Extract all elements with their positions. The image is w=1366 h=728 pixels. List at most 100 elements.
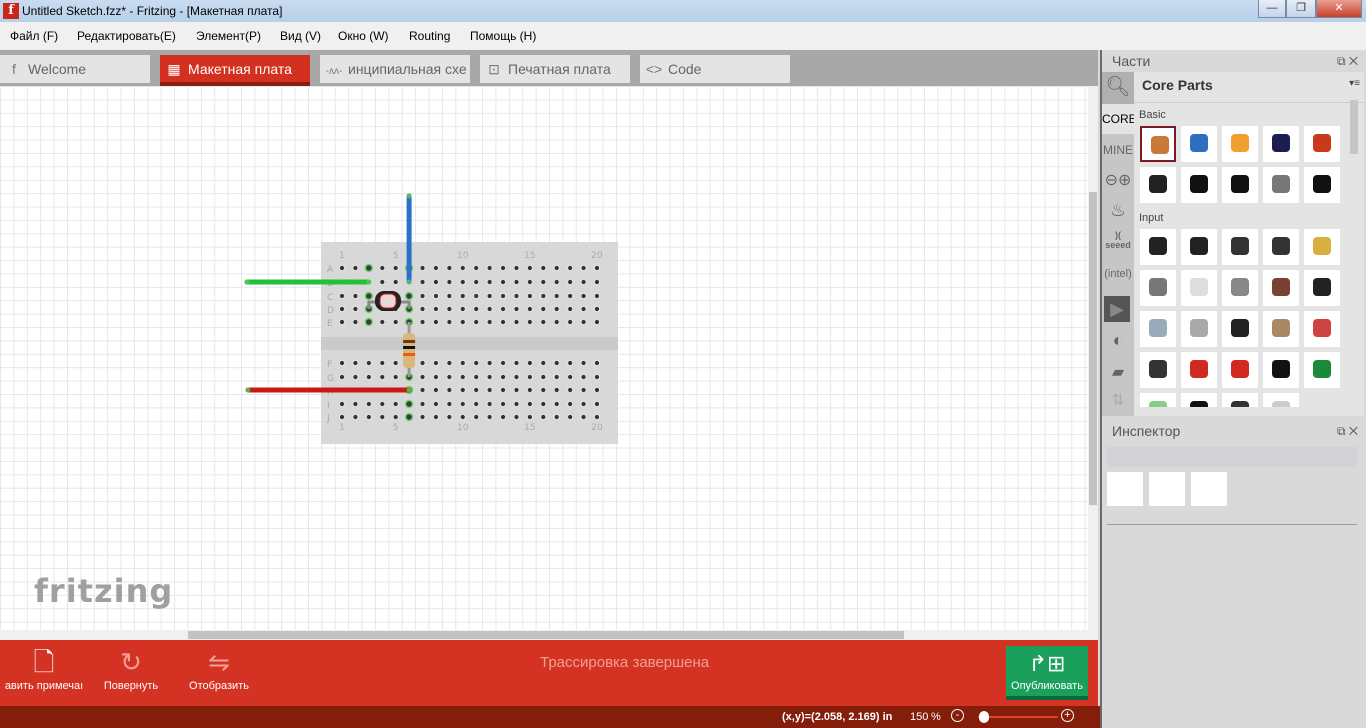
breadboard-hole[interactable] (379, 278, 386, 286)
breadboard-hole[interactable] (459, 305, 466, 313)
close-button[interactable]: ✕ (1316, 0, 1362, 18)
breadboard-hole[interactable] (486, 318, 493, 326)
breadboard-hole[interactable] (580, 400, 587, 408)
breadboard-hole[interactable] (473, 292, 480, 300)
breadboard-hole[interactable] (364, 291, 374, 301)
arduino-icon[interactable]: ⊖⊕ (1102, 170, 1134, 190)
horizontal-scroll-thumb[interactable] (188, 631, 904, 639)
breadboard-hole[interactable] (499, 413, 507, 421)
breadboard-hole[interactable] (486, 264, 493, 272)
breadboard-hole[interactable] (526, 413, 533, 421)
breadboard-hole[interactable] (580, 386, 587, 394)
breadboard-hole[interactable] (513, 264, 520, 272)
snootlab-icon[interactable]: ◐ (1102, 330, 1134, 351)
breadboard-hole[interactable] (404, 291, 414, 301)
breadboard-hole[interactable] (526, 373, 533, 381)
tab-pcb[interactable]: ⊡ Печатная плата (480, 55, 630, 83)
part-electrolytic-capacitor[interactable] (1263, 126, 1299, 162)
breadboard-hole[interactable] (513, 359, 520, 367)
part-temperature-sensor[interactable] (1263, 352, 1299, 388)
flip-button[interactable]: ⇋ Отобразить (184, 644, 254, 692)
part-resistor[interactable] (1140, 126, 1176, 162)
breadboard-hole[interactable] (352, 292, 359, 300)
part-pnp-transistor[interactable] (1181, 167, 1217, 203)
breadboard-hole[interactable] (379, 318, 386, 326)
part-dip-switch[interactable] (1263, 229, 1299, 265)
breadboard-hole[interactable] (486, 400, 493, 408)
breadboard-hole[interactable] (526, 359, 533, 367)
breadboard-hole[interactable] (567, 292, 574, 300)
breadboard-hole[interactable] (593, 292, 601, 300)
breadboard-hole[interactable] (392, 264, 399, 272)
breadboard-hole[interactable] (567, 278, 574, 286)
menu-file[interactable]: Файл (F) (10, 29, 58, 43)
breadboard-hole[interactable] (419, 400, 426, 408)
seeed-icon[interactable]: )(seeed (1102, 230, 1134, 250)
wire-endpoint[interactable] (245, 387, 251, 393)
part-rotary-encoder[interactable] (1140, 270, 1176, 306)
breadboard-hole[interactable] (540, 278, 547, 286)
breadboard-hole[interactable] (352, 373, 359, 381)
part-thumb-joystick[interactable] (1140, 311, 1176, 347)
breadboard-hole[interactable] (459, 264, 466, 272)
breadboard-hole[interactable] (593, 305, 601, 313)
breadboard-hole[interactable] (553, 359, 560, 367)
breadboard-hole[interactable] (567, 264, 574, 272)
breadboard-hole[interactable] (392, 373, 399, 381)
breadboard-hole[interactable] (419, 413, 426, 421)
part-pushbutton[interactable] (1263, 270, 1299, 306)
breadboard-hole[interactable] (499, 278, 507, 286)
menu-part[interactable]: Элемент(P) (196, 29, 261, 43)
breadboard-hole[interactable] (553, 264, 560, 272)
breadboard-hole[interactable] (404, 412, 414, 422)
breadboard-hole[interactable] (499, 305, 507, 313)
part-ceramic-capacitor[interactable] (1181, 126, 1217, 162)
sparkfun-icon[interactable]: ♨ (1102, 200, 1134, 221)
breadboard-hole[interactable] (352, 264, 359, 272)
part-reed-switch[interactable] (1222, 270, 1258, 306)
breadboard-hole[interactable] (473, 359, 480, 367)
breadboard-hole[interactable] (526, 318, 533, 326)
zoom-slider[interactable] (978, 716, 1058, 718)
breadboard-hole[interactable] (419, 373, 426, 381)
breadboard-hole[interactable] (473, 305, 480, 313)
breadboard-hole[interactable] (580, 292, 587, 300)
breadboard-hole[interactable] (513, 413, 520, 421)
breadboard-hole[interactable] (526, 400, 533, 408)
zoom-slider-handle[interactable] (979, 711, 989, 723)
breadboard-hole[interactable] (419, 264, 426, 272)
breadboard-hole[interactable] (432, 305, 440, 313)
play-icon[interactable]: ▶ (1104, 296, 1130, 322)
bin-core[interactable]: CORE (1102, 104, 1137, 134)
breadboard-hole[interactable] (540, 373, 547, 381)
breadboard-hole[interactable] (446, 264, 453, 272)
breadboard-hole[interactable] (580, 305, 587, 313)
breadboard-hole[interactable] (486, 305, 493, 313)
breadboard-hole[interactable] (364, 263, 374, 273)
breadboard-hole[interactable] (593, 359, 601, 367)
breadboard-hole[interactable] (526, 278, 533, 286)
breadboard-hole[interactable] (526, 264, 533, 272)
breadboard-hole[interactable] (473, 373, 480, 381)
breadboard-hole[interactable] (513, 292, 520, 300)
part-accelerometer[interactable] (1181, 352, 1217, 388)
minimize-button[interactable]: — (1258, 0, 1286, 18)
breadboard-hole[interactable] (567, 386, 574, 394)
part-force-sensor[interactable] (1222, 311, 1258, 347)
breadboard-hole[interactable] (540, 292, 547, 300)
breadboard-hole[interactable] (446, 292, 453, 300)
breadboard-hole[interactable] (553, 278, 560, 286)
breadboard-hole[interactable] (553, 400, 560, 408)
breadboard-hole[interactable] (365, 413, 372, 421)
part-flex-sensor[interactable] (1263, 311, 1299, 347)
breadboard-hole[interactable] (499, 359, 507, 367)
breadboard-hole[interactable] (459, 373, 466, 381)
breadboard-hole[interactable] (567, 413, 574, 421)
breadboard-hole[interactable] (540, 305, 547, 313)
breadboard-hole[interactable] (338, 373, 346, 381)
tab-welcome[interactable]: f Welcome (0, 55, 150, 83)
breadboard-hole[interactable] (459, 359, 466, 367)
part-capacitive-sensor[interactable] (1140, 393, 1176, 407)
breadboard-hole[interactable] (459, 278, 466, 286)
breadboard-hole[interactable] (553, 305, 560, 313)
